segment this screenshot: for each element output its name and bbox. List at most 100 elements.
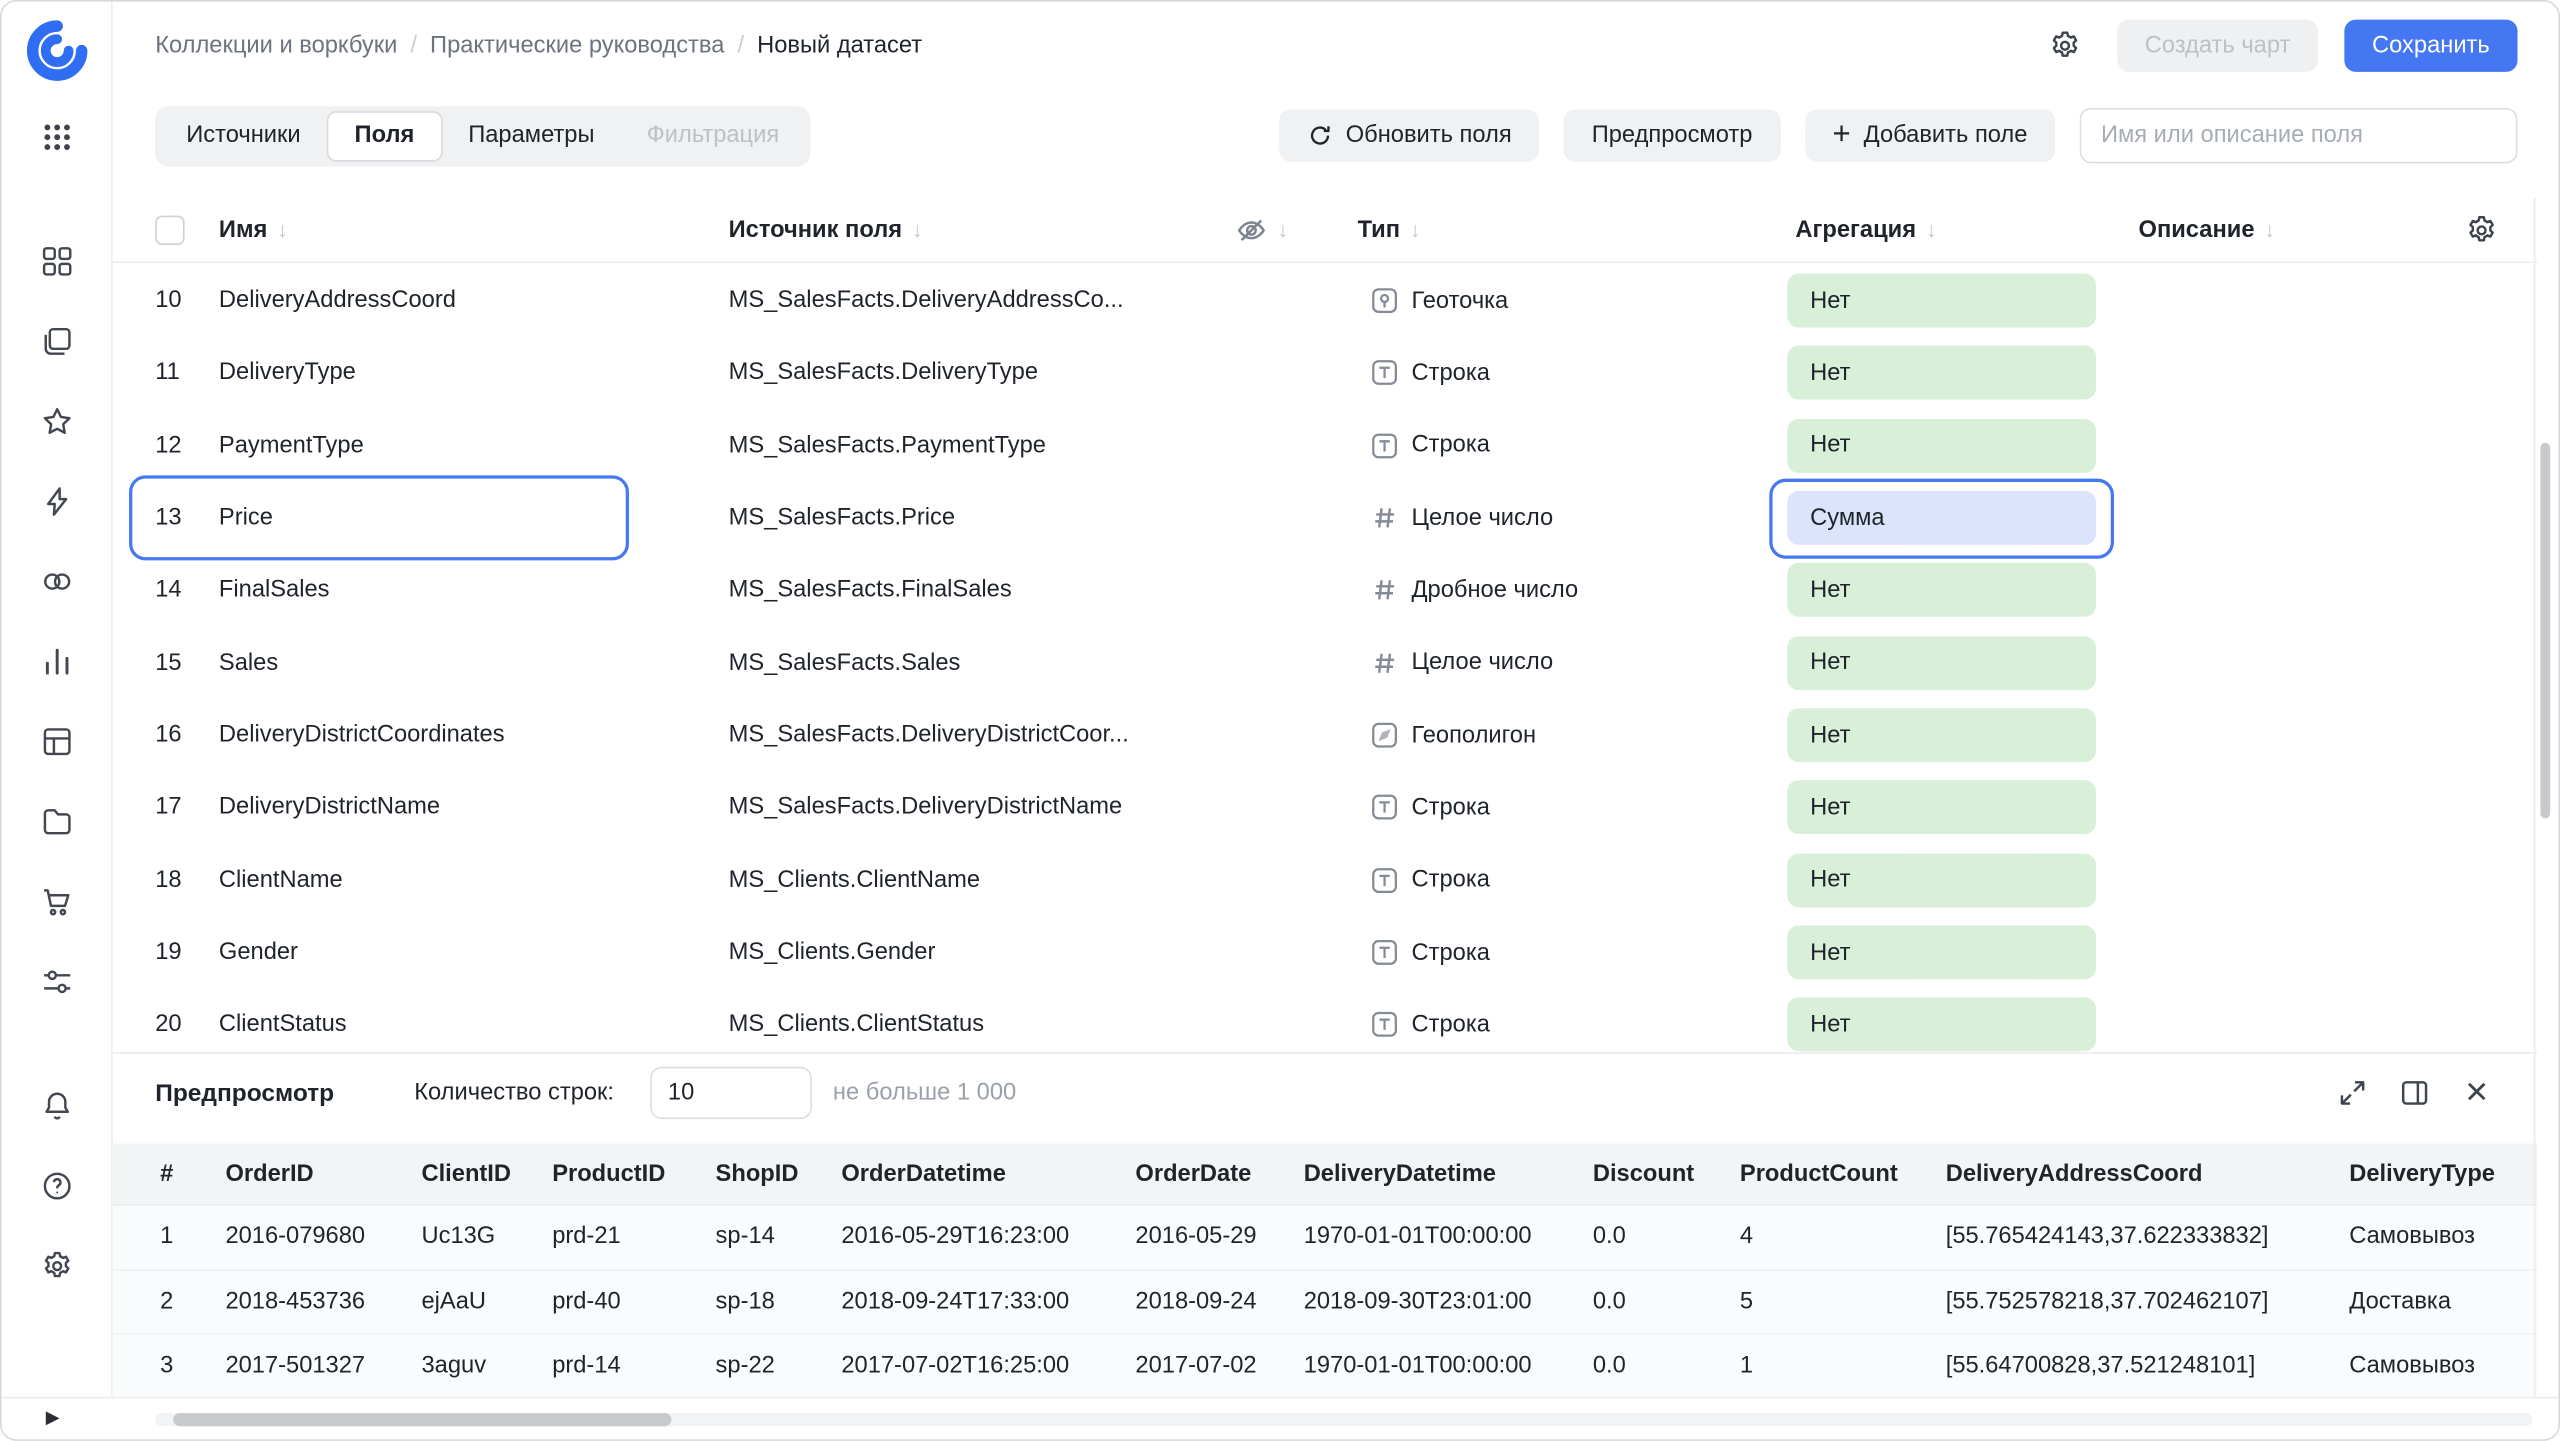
dataset-settings-gear-icon[interactable]: [2039, 20, 2091, 72]
side-panel-icon[interactable]: [2390, 1068, 2439, 1117]
refresh-fields-button[interactable]: Обновить поля: [1278, 109, 1540, 162]
field-name[interactable]: DeliveryDistrictName: [219, 795, 440, 821]
app-logo-icon[interactable]: [21, 15, 93, 87]
field-name[interactable]: ClientName: [219, 867, 343, 893]
field-source[interactable]: MS_Clients.ClientName: [729, 867, 980, 893]
workbooks-icon[interactable]: [25, 309, 90, 374]
connections-icon[interactable]: [25, 469, 90, 534]
col-header-hidden[interactable]: ↓: [1235, 213, 1288, 246]
field-source[interactable]: MS_SalesFacts.Sales: [729, 650, 961, 676]
favorites-star-icon[interactable]: [25, 389, 90, 454]
field-type[interactable]: Геополигон: [1412, 722, 1537, 748]
aggregation-select[interactable]: Нет: [1787, 418, 2097, 473]
col-header-aggregation[interactable]: Агрегация ↓: [1795, 216, 1936, 242]
select-all-checkbox[interactable]: [155, 214, 185, 245]
table-settings-gear-icon[interactable]: [2465, 213, 2498, 246]
field-row[interactable]: 14 FinalSales MS_SalesFacts.FinalSales Дроб…: [113, 554, 2537, 626]
field-source[interactable]: MS_SalesFacts.DeliveryDistrictCoor...: [729, 722, 1129, 748]
field-source[interactable]: MS_SalesFacts.DeliveryAddressCo...: [729, 288, 1124, 314]
field-type[interactable]: Строка: [1412, 795, 1490, 821]
field-type[interactable]: Геоточка: [1412, 288, 1509, 314]
field-row[interactable]: 20 ClientStatus MS_Clients.ClientStatus Стр…: [113, 989, 2537, 1053]
dashboards-icon[interactable]: [25, 229, 90, 294]
field-source[interactable]: MS_Clients.Gender: [729, 940, 936, 966]
sort-down-icon[interactable]: ↓: [277, 217, 288, 242]
field-row[interactable]: 12 PaymentType MS_SalesFacts.PaymentType Ст…: [113, 409, 2537, 481]
aggregation-select[interactable]: Нет: [1787, 273, 2097, 328]
aggregation-select[interactable]: Сумма: [1787, 491, 2097, 546]
field-search-input[interactable]: [2079, 107, 2518, 164]
field-name[interactable]: Sales: [219, 650, 278, 676]
field-row[interactable]: 19 Gender MS_Clients.Gender Строка Нет: [113, 916, 2537, 988]
field-name[interactable]: DeliveryAddressCoord: [219, 288, 456, 314]
charts-icon[interactable]: [25, 629, 90, 694]
field-type[interactable]: Целое число: [1412, 505, 1554, 531]
tables-icon[interactable]: [25, 709, 90, 774]
field-type[interactable]: Строка: [1412, 867, 1490, 893]
datasets-icon[interactable]: [25, 549, 90, 614]
field-row[interactable]: 18 ClientName MS_Clients.ClientName Строка Н…: [113, 844, 2537, 916]
field-source[interactable]: MS_SalesFacts.DeliveryType: [729, 360, 1038, 386]
storage-folder-icon[interactable]: [25, 789, 90, 854]
field-row[interactable]: 11 DeliveryType MS_SalesFacts.DeliveryType…: [113, 337, 2537, 409]
field-row[interactable]: 16 DeliveryDistrictCoordinates MS_SalesFac…: [113, 699, 2537, 771]
field-source[interactable]: MS_SalesFacts.DeliveryDistrictName: [729, 795, 1123, 821]
field-name[interactable]: Gender: [219, 940, 298, 966]
tab-sources[interactable]: Источники: [160, 110, 327, 161]
col-header-name[interactable]: Имя ↓: [219, 216, 288, 242]
field-name[interactable]: DeliveryDistrictCoordinates: [219, 722, 505, 748]
vertical-scrollbar[interactable]: [2540, 442, 2551, 819]
row-count-input[interactable]: [649, 1066, 812, 1120]
sort-down-icon[interactable]: ↓: [912, 217, 923, 242]
col-header-source[interactable]: Источник поля ↓: [729, 216, 923, 242]
field-name[interactable]: Price: [219, 505, 273, 531]
field-type[interactable]: Целое число: [1412, 650, 1554, 676]
field-source[interactable]: MS_SalesFacts.PaymentType: [729, 433, 1046, 459]
breadcrumb-guides[interactable]: Практические руководства: [430, 33, 724, 59]
tab-parameters[interactable]: Параметры: [442, 110, 621, 161]
expand-preview-icon[interactable]: [2328, 1068, 2377, 1117]
sort-down-icon[interactable]: ↓: [1926, 217, 1937, 242]
services-sliders-icon[interactable]: [25, 949, 90, 1014]
apps-grid-icon[interactable]: [25, 105, 90, 170]
settings-gear-icon[interactable]: [25, 1233, 90, 1298]
col-header-type[interactable]: Тип ↓: [1358, 216, 1421, 242]
sort-down-icon[interactable]: ↓: [2264, 217, 2275, 242]
aggregation-select[interactable]: Нет: [1787, 346, 2097, 401]
field-type[interactable]: Дробное число: [1412, 577, 1579, 603]
field-source[interactable]: MS_SalesFacts.Price: [729, 505, 955, 531]
field-row[interactable]: 15 Sales MS_SalesFacts.Sales Целое число Нет: [113, 627, 2537, 699]
aggregation-select[interactable]: Нет: [1787, 998, 2097, 1053]
col-header-description[interactable]: Описание ↓: [2139, 216, 2275, 242]
add-field-button[interactable]: + Добавить поле: [1804, 109, 2056, 162]
aggregation-select[interactable]: Нет: [1787, 853, 2097, 908]
field-source[interactable]: MS_Clients.ClientStatus: [729, 1012, 984, 1038]
field-type[interactable]: Строка: [1412, 433, 1490, 459]
field-row[interactable]: 13 Price MS_SalesFacts.Price Целое число Сум…: [113, 475, 2537, 561]
field-type[interactable]: Строка: [1412, 940, 1490, 966]
tab-fields[interactable]: Поля: [326, 110, 443, 161]
aggregation-select[interactable]: Нет: [1787, 925, 2097, 980]
create-chart-button[interactable]: Создать чарт: [2116, 19, 2319, 72]
marketplace-cart-icon[interactable]: [25, 869, 90, 934]
preview-toggle-button[interactable]: Предпросмотр: [1563, 109, 1781, 162]
aggregation-select[interactable]: Нет: [1787, 708, 2097, 763]
field-row[interactable]: 10 DeliveryAddressCoord MS_SalesFacts.Deli…: [113, 265, 2537, 337]
save-button[interactable]: Сохранить: [2344, 19, 2518, 72]
breadcrumb-collections[interactable]: Коллекции и воркбуки: [155, 33, 397, 59]
field-name[interactable]: DeliveryType: [219, 360, 356, 386]
help-icon[interactable]: [25, 1153, 90, 1218]
aggregation-select[interactable]: Нет: [1787, 563, 2097, 618]
sort-down-icon[interactable]: ↓: [1410, 217, 1421, 242]
aggregation-select[interactable]: Нет: [1787, 635, 2097, 690]
field-name[interactable]: PaymentType: [219, 433, 364, 459]
field-name[interactable]: ClientStatus: [219, 1012, 347, 1038]
field-type[interactable]: Строка: [1412, 360, 1490, 386]
notifications-bell-icon[interactable]: [25, 1073, 90, 1138]
field-name[interactable]: FinalSales: [219, 577, 330, 603]
sidebar-collapse-icon[interactable]: ▶: [46, 1407, 60, 1428]
field-type[interactable]: Строка: [1412, 1012, 1490, 1038]
field-source[interactable]: MS_SalesFacts.FinalSales: [729, 577, 1012, 603]
field-row[interactable]: 17 DeliveryDistrictName MS_SalesFacts.Deli…: [113, 772, 2537, 844]
sort-down-icon[interactable]: ↓: [1278, 217, 1289, 242]
